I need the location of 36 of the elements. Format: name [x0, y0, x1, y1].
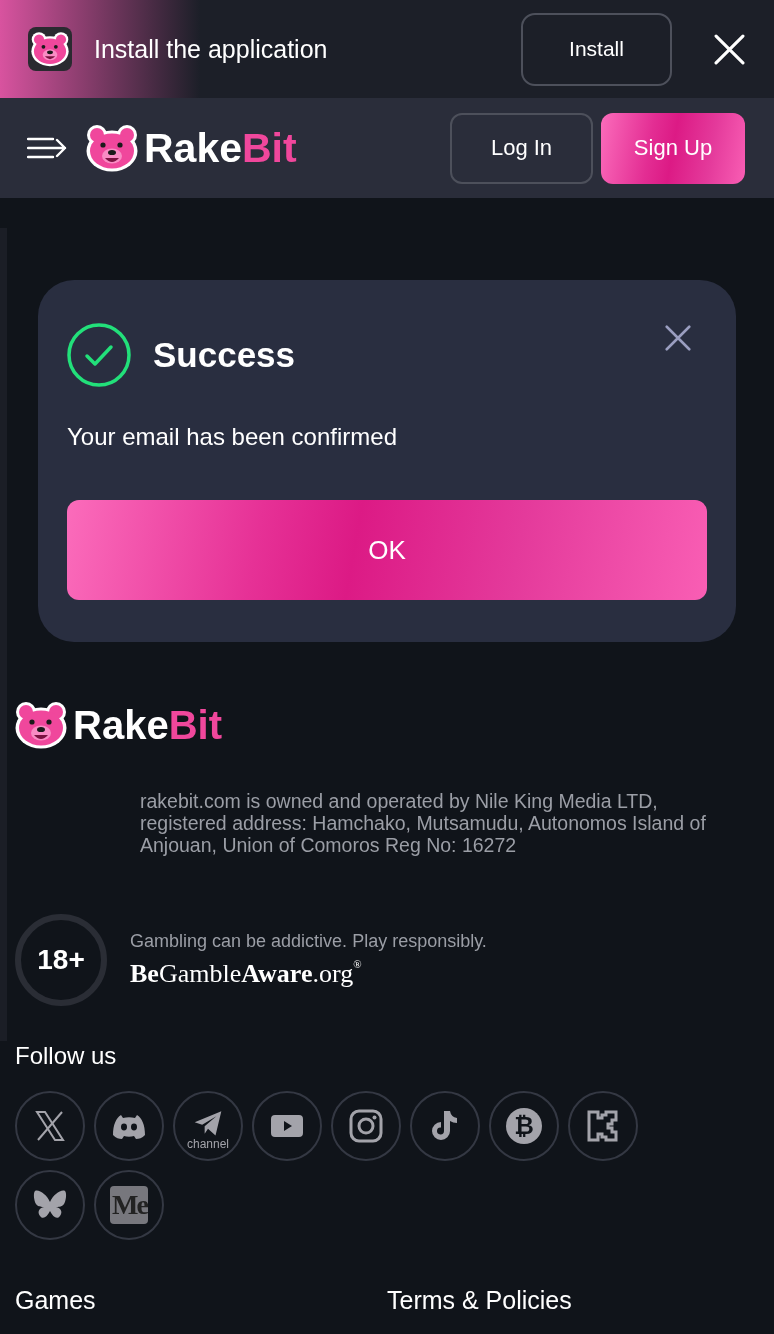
social-link[interactable]	[252, 1091, 322, 1161]
install-button[interactable]: Install	[521, 12, 672, 86]
social-link[interactable]	[568, 1091, 638, 1161]
age-badge: 18+	[15, 914, 107, 1006]
social-link[interactable]: ₿	[489, 1091, 559, 1161]
blocky-k-icon	[585, 1108, 621, 1144]
logo-wordmark: RakeBit	[144, 124, 297, 172]
social-link[interactable]: channel	[173, 1091, 243, 1161]
follow-us-heading: Follow us	[15, 1041, 118, 1071]
ok-button[interactable]: OK	[67, 500, 707, 600]
check-circle-icon	[67, 323, 131, 387]
bear-logo-icon	[15, 701, 67, 749]
coin-icon: ₿	[506, 1108, 542, 1144]
footer-section-heading[interactable]: Games	[15, 1285, 387, 1315]
social-link[interactable]: Me	[94, 1170, 164, 1240]
footer-section-heading[interactable]: Terms & Policies	[387, 1285, 759, 1315]
login-button[interactable]: Log In	[450, 112, 593, 184]
social-link[interactable]	[15, 1091, 85, 1161]
social-link[interactable]	[15, 1170, 85, 1240]
camera-icon	[348, 1108, 384, 1144]
close-icon	[714, 33, 745, 65]
logo-wordmark: RakeBit	[73, 702, 222, 748]
banner-title: Install the application	[94, 34, 329, 64]
signup-button[interactable]: Sign Up	[601, 112, 745, 184]
begambleaware-logo[interactable]: BeGambleAware.org$^{®}$	[130, 958, 487, 989]
close-icon	[665, 325, 691, 351]
dialog-title: Success	[153, 334, 297, 376]
legal-text: rakebit.com is owned and operated by Nile King Media LTD, registered address: Hamchako, Mutsamudu, Autonomos Island of Anjouan, Union of Comoros Reg No: 16272	[140, 790, 707, 856]
letter-tile-icon: Me	[110, 1186, 148, 1224]
social-link[interactable]	[410, 1091, 480, 1161]
dialog-message: Your email has been confirmed	[67, 423, 398, 451]
social-link[interactable]	[331, 1091, 401, 1161]
menu-icon[interactable]	[27, 136, 67, 160]
gambling-notice: Gambling can be addictive. Play responsibly.	[130, 931, 487, 952]
social-link[interactable]	[94, 1091, 164, 1161]
bear-logo-icon	[86, 124, 138, 172]
